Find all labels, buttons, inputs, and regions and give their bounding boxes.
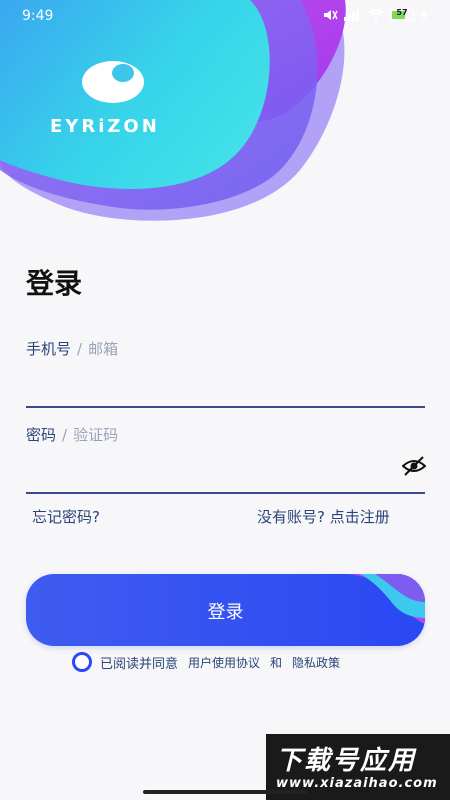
status-icons: 57 — [322, 8, 428, 21]
watermark-title: 下载号应用 — [276, 746, 417, 776]
forgot-password-link[interactable]: 忘记密码? — [32, 506, 100, 527]
status-bar: 9:49 57 — [0, 0, 450, 32]
agreement-row: 已阅读并同意 用户使用协议 和 隐私政策 — [72, 652, 350, 672]
password-label: 密码 — [26, 426, 57, 444]
home-indicator[interactable] — [143, 790, 307, 794]
email-label: 邮箱 — [88, 340, 119, 358]
privacy-policy-link[interactable]: 隐私政策 — [292, 654, 340, 671]
phone-email-input[interactable] — [26, 370, 386, 400]
verification-code-label: 验证码 — [73, 426, 119, 444]
agreement-prefix: 已阅读并同意 — [100, 656, 179, 672]
page-title: 登录 — [26, 267, 83, 300]
phone-label: 手机号 — [26, 340, 72, 358]
eye-logo-icon — [82, 61, 144, 103]
status-time: 9:49 — [22, 8, 54, 24]
charging-icon — [420, 9, 428, 21]
register-link[interactable]: 没有账号? 点击注册 — [257, 506, 390, 527]
login-button[interactable]: 登录 — [26, 574, 425, 646]
battery-level: 57 — [396, 8, 408, 17]
brand-logo: EYRiZON — [50, 58, 180, 137]
label-separator: / — [62, 426, 68, 444]
watermark-url: www.xiazaihao.com — [276, 776, 438, 791]
brand-wordmark: EYRiZON — [50, 116, 160, 137]
agreement-and: 和 — [270, 655, 283, 670]
label-separator: / — [77, 340, 83, 358]
wifi-icon — [368, 9, 384, 21]
signal-icon — [344, 9, 359, 21]
password-field-underline — [26, 492, 425, 494]
hide-password-icon[interactable] — [402, 456, 426, 476]
password-input[interactable] — [26, 455, 386, 485]
phone-field-label: 手机号 / 邮箱 — [26, 338, 118, 359]
password-field-label: 密码 / 验证码 — [26, 424, 118, 445]
login-button-label: 登录 — [207, 602, 244, 623]
agreement-radio[interactable] — [72, 652, 92, 672]
mute-icon — [324, 10, 338, 20]
phone-field-underline — [26, 406, 425, 408]
battery-icon: 57 — [390, 8, 414, 21]
user-agreement-link[interactable]: 用户使用协议 — [188, 654, 260, 671]
